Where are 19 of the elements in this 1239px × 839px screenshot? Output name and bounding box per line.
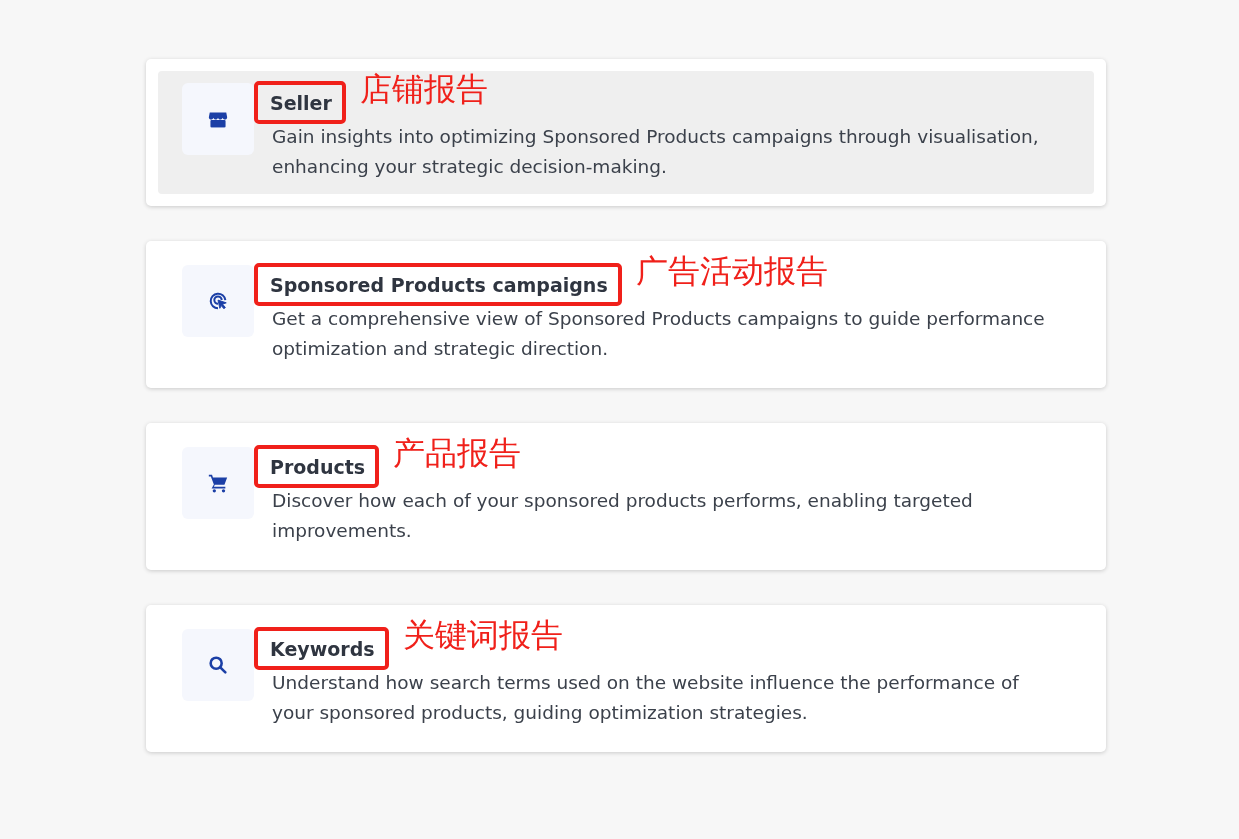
report-title: Seller — [254, 81, 346, 124]
report-description: Understand how search terms used on the website influence the performance of your sponsored products, guiding optimization strategies. — [272, 670, 1020, 725]
report-description: Gain insights into optimizing Sponsored Products campaigns through visualisation, enhancing your strategic decision-making. — [272, 124, 1040, 179]
target-cursor-icon — [207, 290, 229, 312]
annotation-label: 广告活动报告 — [635, 253, 828, 289]
report-item[interactable]: Seller 店铺报告 Gain insights into optimizing Sponsored Products campaigns through visualisation, enhancing your strategic decision-making. — [158, 71, 1094, 194]
report-title: Keywords — [254, 627, 389, 670]
search-icon — [207, 654, 229, 676]
report-description: Get a comprehensive view of Sponsored Products campaigns to guide performance optimization and strategic direction. — [272, 306, 1046, 361]
report-description: Discover how each of your sponsored products performs, enabling targeted improvements. — [272, 488, 974, 543]
annotation-label: 店铺报告 — [359, 71, 488, 107]
report-title: Sponsored Products campaigns — [254, 263, 622, 306]
report-item[interactable]: Sponsored Products campaigns 广告活动报告 Get a comprehensive view of Sponsored Products campaigns to guide performance optimization and strategic direction. — [158, 253, 1094, 376]
report-item[interactable]: Products 产品报告 Discover how each of your sponsored products performs, enabling targeted improvements. — [158, 435, 1094, 558]
cart-icon — [207, 472, 229, 494]
report-item[interactable]: Keywords 关键词报告 Understand how search terms used on the website influence the performance of your sponsored products, guiding optimization strategies. — [158, 617, 1094, 740]
report-title: Products — [254, 445, 380, 488]
annotation-label: 产品报告 — [393, 435, 522, 471]
annotation-label: 关键词报告 — [402, 617, 563, 653]
